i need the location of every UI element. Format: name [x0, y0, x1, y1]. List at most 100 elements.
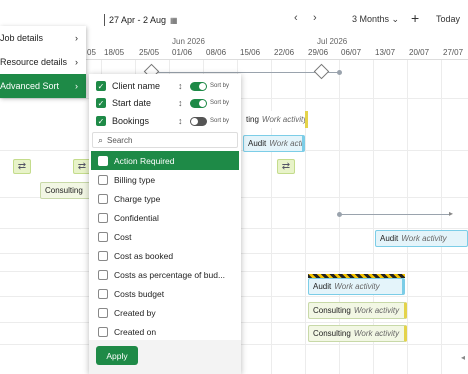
sort-panel-footer: Apply [89, 340, 241, 374]
checkbox[interactable]: ✓ [96, 81, 106, 91]
sort-toggle[interactable] [190, 116, 207, 126]
chevron-right-icon: › [75, 57, 78, 67]
checkbox[interactable] [98, 212, 108, 223]
checkbox[interactable] [98, 307, 108, 318]
day-label: 29/06 [308, 48, 329, 57]
checkbox[interactable] [98, 193, 108, 204]
view-select[interactable]: 3 Months ⌄ [352, 14, 399, 25]
list-item[interactable]: Cost as booked [89, 246, 241, 265]
chevron-right-icon: › [75, 33, 78, 43]
next-period-button[interactable]: › [313, 12, 317, 24]
checkbox[interactable] [98, 288, 108, 299]
month-label: Jun 2026 [172, 37, 205, 46]
task-name: Consulting [45, 186, 83, 195]
advanced-sort-panel: ✓ Client name ↕ Sort by ✓ Start date ↕ S… [89, 74, 241, 374]
sort-field-row: ✓ Client name ↕ Sort by [96, 77, 236, 95]
task-subtitle: Work activity [353, 329, 400, 338]
option-label: Created on [114, 326, 157, 337]
task-bar[interactable]: Consulting Work activity [308, 325, 407, 342]
toggle-label: Sort by [210, 100, 230, 106]
task-bar[interactable]: Audit Work activity [308, 278, 405, 295]
task-name: Audit [313, 282, 332, 291]
task-name: ting [246, 115, 259, 124]
task-bar[interactable]: Consulting Work activity [308, 302, 407, 319]
sort-field-label: Client name [112, 81, 161, 91]
context-menu: Job details › Resource details › Advance… [0, 26, 86, 98]
dependency-dot [337, 212, 342, 217]
day-label: 25/05 [139, 48, 160, 57]
apply-button[interactable]: Apply [96, 346, 138, 365]
sort-direction-icon[interactable]: ↕ [178, 98, 190, 108]
sort-field-label: Bookings [112, 116, 150, 126]
checkbox[interactable] [98, 231, 108, 242]
option-label: Costs as percentage of bud... [114, 269, 226, 280]
list-item[interactable]: Costs as percentage of bud... [89, 265, 241, 284]
search-box: ⌕ [92, 132, 238, 148]
task-bar[interactable]: Consulting [40, 182, 92, 199]
task-name: Audit [380, 234, 399, 243]
option-label: Charge type [114, 193, 161, 204]
link-icon[interactable]: ⇄ [13, 159, 31, 174]
list-item[interactable]: Action Required [91, 151, 239, 170]
add-icon[interactable]: + [411, 10, 419, 26]
option-label: Costs budget [114, 288, 165, 299]
task-bar[interactable]: ting Work activity [241, 111, 308, 128]
list-item[interactable]: Created on [89, 322, 241, 341]
link-icon[interactable]: ⇄ [277, 159, 295, 174]
day-label: 08/06 [206, 48, 227, 57]
task-bar[interactable]: AuditWork acti... [243, 135, 305, 152]
checkbox[interactable] [98, 269, 108, 280]
task-name: Audit [248, 139, 267, 148]
task-subtitle: Work activity [401, 234, 447, 243]
day-label: 01/06 [172, 48, 193, 57]
task-subtitle: Work activity [334, 282, 380, 291]
checkbox[interactable]: ✓ [96, 116, 106, 126]
list-item[interactable]: Cost [89, 227, 241, 246]
day-label: 27/07 [443, 48, 464, 57]
sort-field-row: ✓ Bookings ↕ Sort by [96, 112, 236, 130]
calendar-icon: ▦ [170, 15, 178, 25]
arrow-left-icon: ◂ [461, 353, 466, 362]
menu-item-label: Resource details [0, 57, 68, 67]
toggle-label: Sort by [210, 118, 230, 124]
option-label: Action Required [114, 155, 175, 166]
sort-toggle[interactable] [190, 81, 207, 91]
option-label: Created by [114, 307, 156, 318]
sort-direction-icon[interactable]: ↕ [178, 81, 190, 91]
option-label: Confidential [114, 212, 159, 223]
day-label: 22/06 [274, 48, 295, 57]
search-input[interactable] [107, 135, 218, 145]
menu-item-resource-details[interactable]: Resource details › [0, 50, 86, 74]
sort-toggle[interactable] [190, 98, 207, 108]
sort-direction-icon[interactable]: ↕ [178, 116, 190, 126]
menu-item-job-details[interactable]: Job details › [0, 26, 86, 50]
date-range-picker[interactable]: 27 Apr - 2 Aug ▦ [104, 13, 178, 27]
task-name: Consulting [313, 329, 351, 338]
checkbox[interactable] [98, 326, 108, 337]
checkbox[interactable]: ✓ [96, 98, 106, 108]
task-bar[interactable]: Audit Work activity [375, 230, 468, 247]
today-button[interactable]: Today [436, 14, 460, 24]
task-name: Consulting [313, 306, 351, 315]
list-item[interactable]: Billing type [89, 170, 241, 189]
menu-item-advanced-sort[interactable]: Advanced Sort › [0, 74, 86, 98]
chevron-right-icon: › [75, 81, 78, 91]
checkbox[interactable] [98, 250, 108, 261]
day-label: 05 [87, 48, 96, 57]
menu-item-label: Advanced Sort [0, 81, 60, 91]
checkbox[interactable] [98, 174, 108, 185]
list-item[interactable]: Costs budget [89, 284, 241, 303]
checkbox[interactable] [98, 155, 108, 166]
sort-options-list: Action Required Billing type Charge type… [89, 151, 241, 341]
day-label: 13/07 [375, 48, 396, 57]
search-icon: ⌕ [98, 134, 104, 145]
day-label: 15/06 [240, 48, 261, 57]
chevron-down-icon: ⌄ [391, 14, 400, 24]
list-item[interactable]: Charge type [89, 189, 241, 208]
task-subtitle: Work activity [353, 306, 400, 315]
list-item[interactable]: Created by [89, 303, 241, 322]
list-item[interactable]: Confidential [89, 208, 241, 227]
month-label: Jul 2026 [317, 37, 348, 46]
date-range-text: 27 Apr - 2 Aug [109, 15, 167, 25]
prev-period-button[interactable]: ‹ [294, 12, 298, 24]
